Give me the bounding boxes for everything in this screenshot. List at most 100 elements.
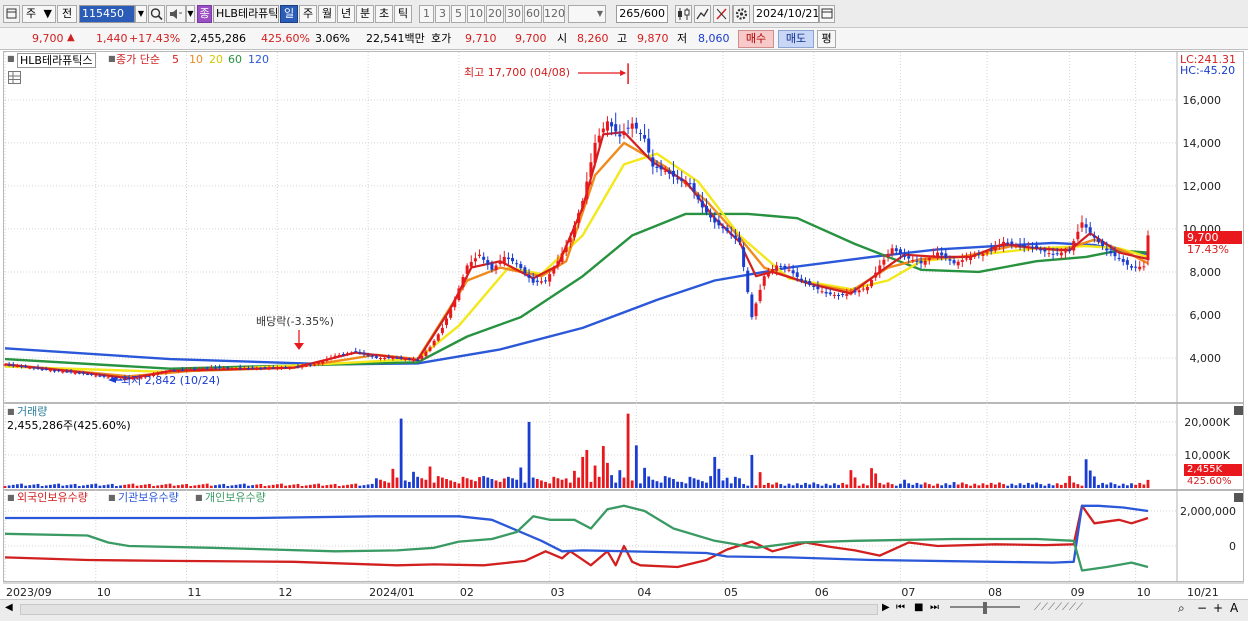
legend-ma-title[interactable]: 종가 단순 [116, 54, 160, 65]
volume-bar [804, 482, 807, 488]
volume-tick-label: 20,000K [1184, 416, 1230, 429]
grid-table-icon[interactable] [8, 71, 21, 84]
candle-body [804, 280, 808, 283]
volume-bar [688, 476, 692, 488]
volume-bar [486, 477, 490, 488]
candle-body [845, 294, 849, 296]
volume-bar [709, 476, 713, 488]
candle-body [362, 352, 366, 355]
volume-bar [614, 482, 618, 488]
stop-icon[interactable]: ■ [914, 603, 923, 613]
candle-body [333, 355, 337, 359]
legend-institution[interactable]: 기관보유수량 [118, 492, 179, 503]
volume-bar [1010, 483, 1014, 488]
candle-body [659, 165, 663, 170]
candle-body [837, 294, 841, 296]
legend-ma120[interactable]: 120 [248, 54, 269, 65]
candle-body [820, 291, 824, 293]
scroll-track[interactable] [20, 604, 878, 615]
x-axis-label: 08 [988, 586, 1002, 599]
volume-bar [643, 467, 646, 488]
volume-bar [1072, 482, 1076, 488]
ma10-line [4, 141, 1149, 378]
chart-window: { "toolbar": { "market_label": "주", "vie… [0, 0, 1248, 621]
volume-bar [886, 482, 890, 488]
legend-ma10[interactable]: 10 [189, 54, 203, 65]
volume-bar [1125, 485, 1129, 488]
holdings-institution-line [5, 504, 1149, 564]
legend-ma5[interactable]: 5 [172, 54, 179, 65]
volume-bar [275, 484, 279, 488]
volume-bar [461, 476, 465, 488]
candle-body [325, 359, 329, 361]
x-axis-label: 07 [901, 586, 915, 599]
legend-ma60[interactable]: 60 [228, 54, 242, 65]
volume-bar [119, 485, 122, 488]
scroll-right-icon[interactable]: ▶ [882, 603, 890, 613]
volume-bar [436, 476, 440, 488]
volume-bar [795, 483, 799, 488]
candle-body [944, 253, 948, 258]
volume-bar [932, 485, 935, 488]
price-tick-label: 8,000 [1190, 266, 1222, 279]
panel-close-icon[interactable] [1234, 493, 1243, 502]
volume-bar [989, 482, 993, 488]
volume-bar [1076, 484, 1080, 488]
legend-ma20[interactable]: 20 [209, 54, 223, 65]
legend-retail[interactable]: 개인보유수량 [205, 492, 266, 503]
candle-body [1146, 235, 1150, 261]
candle-body [1129, 266, 1133, 268]
volume-bar [255, 484, 259, 488]
volume-bar [156, 485, 160, 488]
volume-bar [325, 485, 329, 488]
volume-bar [663, 476, 667, 488]
volume-bar [956, 484, 960, 488]
volume-bar [1014, 485, 1018, 488]
draw-tools-icon[interactable]: ⟋⟋⟋⟋⟋⟋⟋ [1034, 603, 1083, 613]
volume-bar [564, 478, 568, 488]
volume-bar [288, 485, 292, 488]
volume-bar [333, 483, 337, 488]
candle-body [465, 265, 469, 274]
volume-bar [754, 485, 758, 488]
volume-bar [630, 480, 634, 488]
volume-bar [816, 484, 820, 488]
plus-icon[interactable]: + [1213, 602, 1223, 614]
volume-bar [280, 483, 283, 488]
scroll-left-icon[interactable]: ◀ [5, 603, 13, 613]
volume-bar [597, 476, 601, 488]
volume-bar [358, 485, 362, 488]
panel-close-icon[interactable] [1234, 406, 1243, 415]
volume-bar [20, 483, 23, 488]
volume-bar [300, 486, 304, 488]
candle-body [898, 249, 902, 255]
candle-body [853, 291, 857, 293]
volume-bar [370, 483, 374, 488]
candle-body [956, 261, 960, 266]
volume-bar [44, 485, 48, 488]
zoom-search-icon[interactable]: ⌕ [1178, 602, 1185, 614]
dividend-arrow-head [294, 343, 304, 350]
candle-body [618, 134, 622, 137]
candle-body [973, 255, 977, 257]
volume-bar [853, 477, 857, 488]
volume-title[interactable]: 거래량 [17, 406, 47, 417]
candle-body [205, 367, 209, 369]
volume-bar [771, 484, 774, 488]
legend-stock-name[interactable]: HLB테라퓨틱스 [17, 53, 96, 68]
legend-foreign[interactable]: 외국인보유수량 [17, 492, 88, 503]
candle-body [832, 294, 836, 296]
volume-bar [197, 484, 201, 488]
volume-bar [123, 484, 127, 488]
volume-bar [148, 483, 151, 488]
minus-icon[interactable]: − [1197, 602, 1207, 614]
x-axis-label: 05 [724, 586, 738, 599]
volume-bar [1130, 483, 1133, 488]
zoom-slider-thumb[interactable] [983, 602, 987, 614]
candle-body [436, 334, 440, 341]
rewind-icon[interactable]: ⏮ [896, 603, 905, 613]
text-size-icon[interactable]: A [1230, 602, 1238, 614]
candle-body [292, 367, 296, 369]
volume-bar [296, 483, 300, 488]
fast-forward-icon[interactable]: ⏭ [930, 603, 939, 613]
